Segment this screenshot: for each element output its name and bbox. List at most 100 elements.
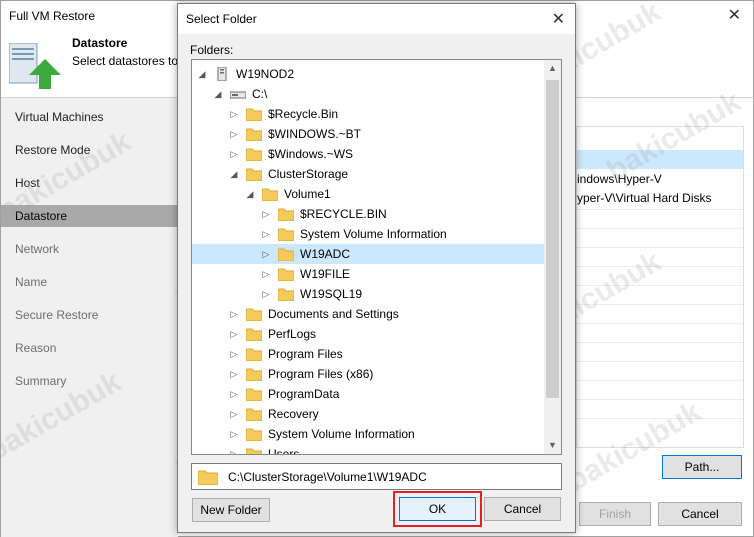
tree-expand-icon[interactable]: ▷ <box>228 404 240 424</box>
tree-expand-icon[interactable]: ▷ <box>228 144 240 164</box>
tree-scrollbar[interactable]: ▲ ▼ <box>544 60 561 454</box>
tree-expand-icon[interactable]: ▷ <box>228 124 240 144</box>
row-divider <box>577 304 743 305</box>
window-title: Full VM Restore <box>9 9 96 23</box>
row-divider <box>577 342 743 343</box>
new-folder-button[interactable]: New Folder <box>192 498 270 522</box>
drive-icon <box>230 91 246 99</box>
tree-expand-icon[interactable]: ▷ <box>260 244 272 264</box>
tree-item-label: $RECYCLE.BIN <box>300 207 387 221</box>
tree-item-label: System Volume Information <box>300 227 447 241</box>
folder-tree[interactable]: ◢ W19NOD2 ◢ C:\ ▷ $Recycle.Bin ▷ $WINDOWS.~BT ▷ $… <box>191 59 562 455</box>
tree-item[interactable]: ▷ $WINDOWS.~BT <box>192 124 544 144</box>
tree-expand-icon[interactable]: ▷ <box>228 324 240 344</box>
tree-expand-icon[interactable]: ▷ <box>228 424 240 444</box>
tree-item-label: ProgramData <box>268 387 340 401</box>
tree-collapse-icon[interactable]: ◢ <box>212 84 224 104</box>
folder-icon <box>246 328 262 341</box>
tree-expand-icon[interactable]: ▷ <box>260 264 272 284</box>
window-close-icon[interactable]: ✕ <box>728 5 741 25</box>
folders-label: Folders: <box>190 43 234 57</box>
row-divider <box>577 209 743 210</box>
list-item[interactable] <box>577 150 743 169</box>
folder-icon <box>246 428 262 441</box>
tree-item-label: Program Files (x86) <box>268 367 374 381</box>
tree-item[interactable]: ▷ PerfLogs <box>192 324 544 344</box>
tree-expand-icon[interactable]: ▷ <box>228 444 240 454</box>
tree-item-label: W19SQL19 <box>300 287 363 301</box>
tree-collapse-icon[interactable]: ◢ <box>244 184 256 204</box>
tree-item-label: W19ADC <box>300 247 351 261</box>
select-folder-dialog: Select Folder ✕ Folders: ◢ W19NOD2 ◢ C:\ ▷ $R… <box>177 3 576 533</box>
wizard-cancel-button[interactable]: Cancel <box>658 502 742 526</box>
tree-expand-icon[interactable]: ▷ <box>228 364 240 384</box>
tree-item-label: PerfLogs <box>268 327 317 341</box>
tree-item[interactable]: ▷ Program Files (x86) <box>192 364 544 384</box>
dialog-close-icon[interactable]: ✕ <box>552 9 565 29</box>
folder-icon <box>246 148 262 161</box>
ok-button[interactable]: OK <box>399 497 476 521</box>
nav-step-network: Network <box>15 242 60 256</box>
tree-item-label: $Recycle.Bin <box>268 107 339 121</box>
tree-collapse-icon[interactable]: ◢ <box>228 164 240 184</box>
scroll-thumb[interactable] <box>546 80 559 398</box>
tree-item[interactable]: ▷ $Windows.~WS <box>192 144 544 164</box>
selected-path-text: C:\ClusterStorage\Volume1\W19ADC <box>228 470 427 484</box>
tree-collapse-icon[interactable]: ◢ <box>196 64 208 84</box>
tree-expand-icon[interactable]: ▷ <box>228 384 240 404</box>
tree-item[interactable]: ▷ $RECYCLE.BIN <box>192 204 544 224</box>
tree-item[interactable]: ◢ C:\ <box>192 84 544 104</box>
tree-item[interactable]: ▷ Documents and Settings <box>192 304 544 324</box>
nav-step-host[interactable]: Host <box>1 172 178 194</box>
tree-expand-icon[interactable]: ▷ <box>260 284 272 304</box>
tree-item[interactable]: ▷ ProgramData <box>192 384 544 404</box>
tree-expand-icon[interactable]: ▷ <box>228 344 240 364</box>
row-divider <box>577 247 743 248</box>
folder-icon <box>198 470 218 485</box>
scroll-up-arrow-icon[interactable]: ▲ <box>544 60 561 77</box>
tree-item-label: Program Files <box>268 347 343 361</box>
folder-icon <box>262 188 278 201</box>
datastore-list[interactable]: indows\Hyper-V yper-V\Virtual Hard Disks <box>576 126 744 448</box>
tree-item[interactable]: ▷ W19ADC <box>192 244 544 264</box>
nav-step-virtual-machines[interactable]: Virtual Machines <box>1 106 178 128</box>
tree-item-label: C:\ <box>252 87 268 101</box>
list-item[interactable]: yper-V\Virtual Hard Disks <box>577 189 743 208</box>
scroll-down-arrow-icon[interactable]: ▼ <box>544 437 561 454</box>
tree-item[interactable]: ▷ System Volume Information <box>192 424 544 444</box>
tree-expand-icon[interactable]: ▷ <box>228 104 240 124</box>
tree-item[interactable]: ▷ $Recycle.Bin <box>192 104 544 124</box>
nav-step-secure-restore: Secure Restore <box>15 308 99 322</box>
list-item[interactable]: indows\Hyper-V <box>577 170 743 189</box>
tree-item[interactable]: ▷ System Volume Information <box>192 224 544 244</box>
tree-item[interactable]: ◢ Volume1 <box>192 184 544 204</box>
step-subtitle: Select datastores to <box>72 54 179 68</box>
path-button[interactable]: Path... <box>662 455 742 479</box>
tree-item-label: $WINDOWS.~BT <box>268 127 362 141</box>
nav-step-datastore[interactable]: Datastore <box>1 205 178 227</box>
tree-item[interactable]: ▷ Recovery <box>192 404 544 424</box>
tree-item-label: W19FILE <box>300 267 351 281</box>
dialog-cancel-button[interactable]: Cancel <box>484 497 561 521</box>
tree-item[interactable]: ◢ W19NOD2 <box>192 64 544 84</box>
tree-item[interactable]: ◢ ClusterStorage <box>192 164 544 184</box>
dialog-title: Select Folder <box>186 12 257 26</box>
folder-icon <box>246 168 262 181</box>
folder-icon <box>278 228 294 241</box>
tree-expand-icon[interactable]: ▷ <box>260 224 272 244</box>
row-divider <box>577 380 743 381</box>
tree-item[interactable]: ▷ Users <box>192 444 544 454</box>
tree-item[interactable]: ▷ W19FILE <box>192 264 544 284</box>
selected-path-field[interactable]: C:\ClusterStorage\Volume1\W19ADC <box>191 463 562 490</box>
nav-step-restore-mode[interactable]: Restore Mode <box>1 139 178 161</box>
nav-step-reason: Reason <box>15 341 57 355</box>
tree-item-label: $Windows.~WS <box>268 147 354 161</box>
tree-item-label: System Volume Information <box>268 427 415 441</box>
folder-icon <box>246 408 262 421</box>
tree-expand-icon[interactable]: ▷ <box>260 204 272 224</box>
tree-expand-icon[interactable]: ▷ <box>228 304 240 324</box>
tree-item[interactable]: ▷ Program Files <box>192 344 544 364</box>
wizard-step-nav: Virtual Machines Restore Mode Host Datas… <box>1 98 178 537</box>
tree-item-label: W19NOD2 <box>236 67 295 81</box>
tree-item[interactable]: ▷ W19SQL19 <box>192 284 544 304</box>
